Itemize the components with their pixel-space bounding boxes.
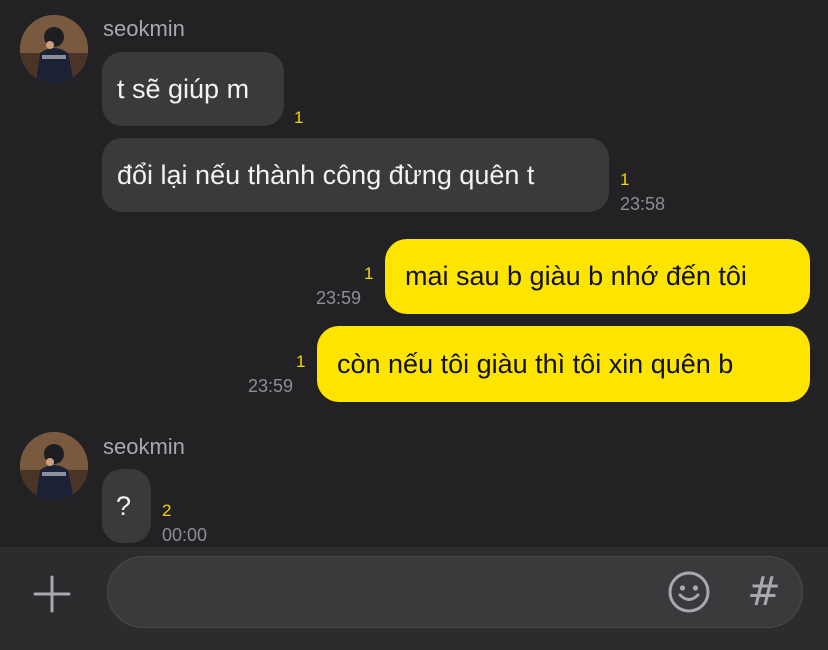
message-text: còn nếu tôi giàu thì tôi xin quên b [337,349,734,379]
message-bubble[interactable]: còn nếu tôi giàu thì tôi xin quên b [317,326,810,402]
message-text: t sẽ giúp m [117,74,250,104]
message-bubble[interactable]: đổi lại nếu thành công đừng quên t [102,138,609,212]
message-input-box[interactable]: # [107,556,803,629]
message-bubble[interactable]: t sẽ giúp m [102,52,284,126]
message-text: đổi lại nếu thành công đừng quên t [117,160,535,190]
avatar[interactable] [20,15,88,83]
message-bubble[interactable]: ? [102,469,151,543]
smiley-icon[interactable] [667,570,711,614]
chat-area[interactable]: seokmin t sẽ giúp m 1 đổi lại nếu thành … [0,0,828,547]
unread-count: 1 [620,170,630,189]
plus-icon[interactable] [27,569,77,619]
timestamp: 23:59 [316,288,362,308]
sender-name: seokmin [103,434,185,459]
timestamp: 00:00 [162,525,208,545]
unread-count: 2 [162,501,172,520]
avatar[interactable] [20,432,88,500]
message-bubble[interactable]: mai sau b giàu b nhớ đến tôi [385,239,810,314]
timestamp: 23:59 [248,376,294,396]
timestamp: 23:58 [620,194,666,214]
unread-count: 1 [364,264,374,283]
message-composer: # [0,547,828,650]
message-text: ? [116,491,132,521]
unread-count: 1 [296,352,306,371]
message-input[interactable] [130,557,654,629]
message-text: mai sau b giàu b nhớ đến tôi [405,261,747,291]
hashtag-button[interactable]: # [744,567,784,617]
sender-name: seokmin [103,16,185,41]
unread-count: 1 [294,108,304,127]
